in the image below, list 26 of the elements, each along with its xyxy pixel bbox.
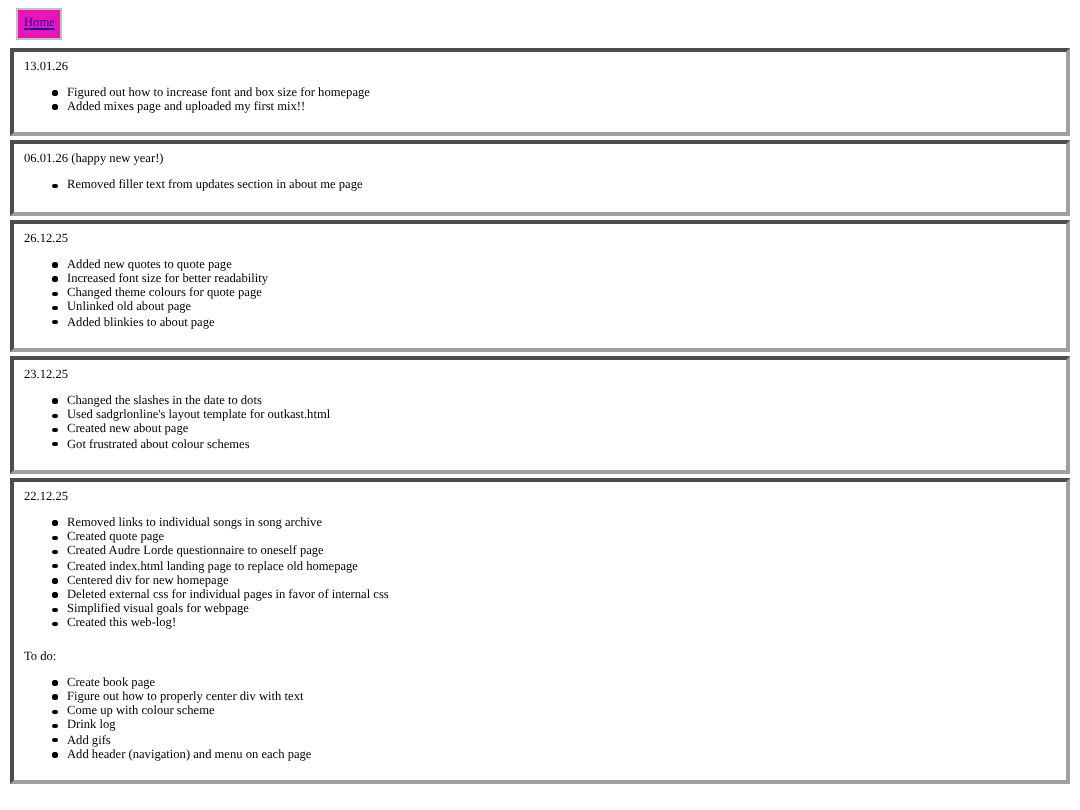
bullet-icon <box>52 183 57 189</box>
bullet-icon <box>52 319 57 325</box>
bullet-icon <box>52 694 57 700</box>
bullet-icon <box>52 737 57 743</box>
bullet-icon <box>52 578 57 584</box>
bullet-icon <box>52 90 57 96</box>
bullet-icon <box>52 427 57 433</box>
bullet-icon <box>52 680 57 686</box>
bullet-icon <box>52 413 57 419</box>
bullet-icon <box>52 276 57 282</box>
bullet-icon <box>52 520 57 526</box>
bullet-icon <box>52 592 57 598</box>
bullet-icon <box>52 607 57 613</box>
bullet-icon <box>52 262 57 268</box>
bullet-icon <box>52 305 57 311</box>
bullet-icon <box>52 723 57 729</box>
bullet-icon <box>52 549 57 555</box>
bullet-icon <box>52 104 57 110</box>
bullet-icon <box>52 535 57 541</box>
bullet-icon <box>52 398 57 404</box>
bullet-icon <box>52 709 57 715</box>
bullet-icon <box>52 563 57 569</box>
bullet-icon <box>52 291 57 297</box>
bullet-icon <box>52 752 57 758</box>
bullet-icon <box>52 441 57 447</box>
bullet-icon <box>52 621 57 627</box>
